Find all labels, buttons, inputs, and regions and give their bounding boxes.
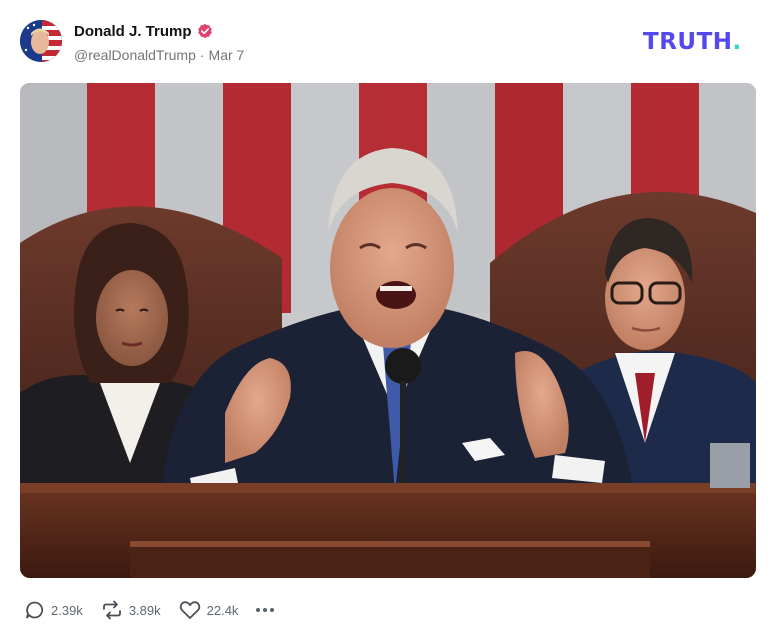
author-block: Donald J. Trump @realDonaldTrump · Mar 7 [74, 20, 245, 64]
more-options-icon[interactable] [256, 600, 275, 620]
more-dot [270, 608, 275, 612]
truth-social-logo[interactable]: TRUTH. [643, 28, 757, 56]
post-image[interactable] [20, 83, 756, 578]
heart-icon [179, 600, 201, 620]
post-date[interactable]: Mar 7 [209, 47, 245, 63]
logo-text: TRUTH [643, 29, 733, 55]
like-count: 22.4k [206, 602, 239, 618]
meta-separator: · [199, 47, 205, 63]
retruth-icon [101, 600, 123, 620]
display-name[interactable]: Donald J. Trump [74, 23, 192, 40]
action-bar: 2.39k 3.89k 22.4k [25, 598, 275, 622]
more-dot [256, 608, 261, 612]
retruth-count: 3.89k [128, 602, 161, 618]
avatar[interactable] [20, 20, 62, 62]
truth-post: Donald J. Trump @realDonaldTrump · Mar 7… [0, 0, 777, 640]
handle[interactable]: @realDonaldTrump [74, 47, 196, 63]
more-dot [263, 608, 268, 612]
reply-icon [25, 600, 45, 620]
reply-count: 2.39k [51, 602, 83, 618]
verified-badge-icon [197, 23, 213, 39]
reply-button[interactable]: 2.39k [25, 600, 83, 620]
like-button[interactable]: 22.4k [179, 600, 239, 620]
logo-dot: . [732, 29, 742, 55]
retruth-button[interactable]: 3.89k [101, 600, 161, 620]
